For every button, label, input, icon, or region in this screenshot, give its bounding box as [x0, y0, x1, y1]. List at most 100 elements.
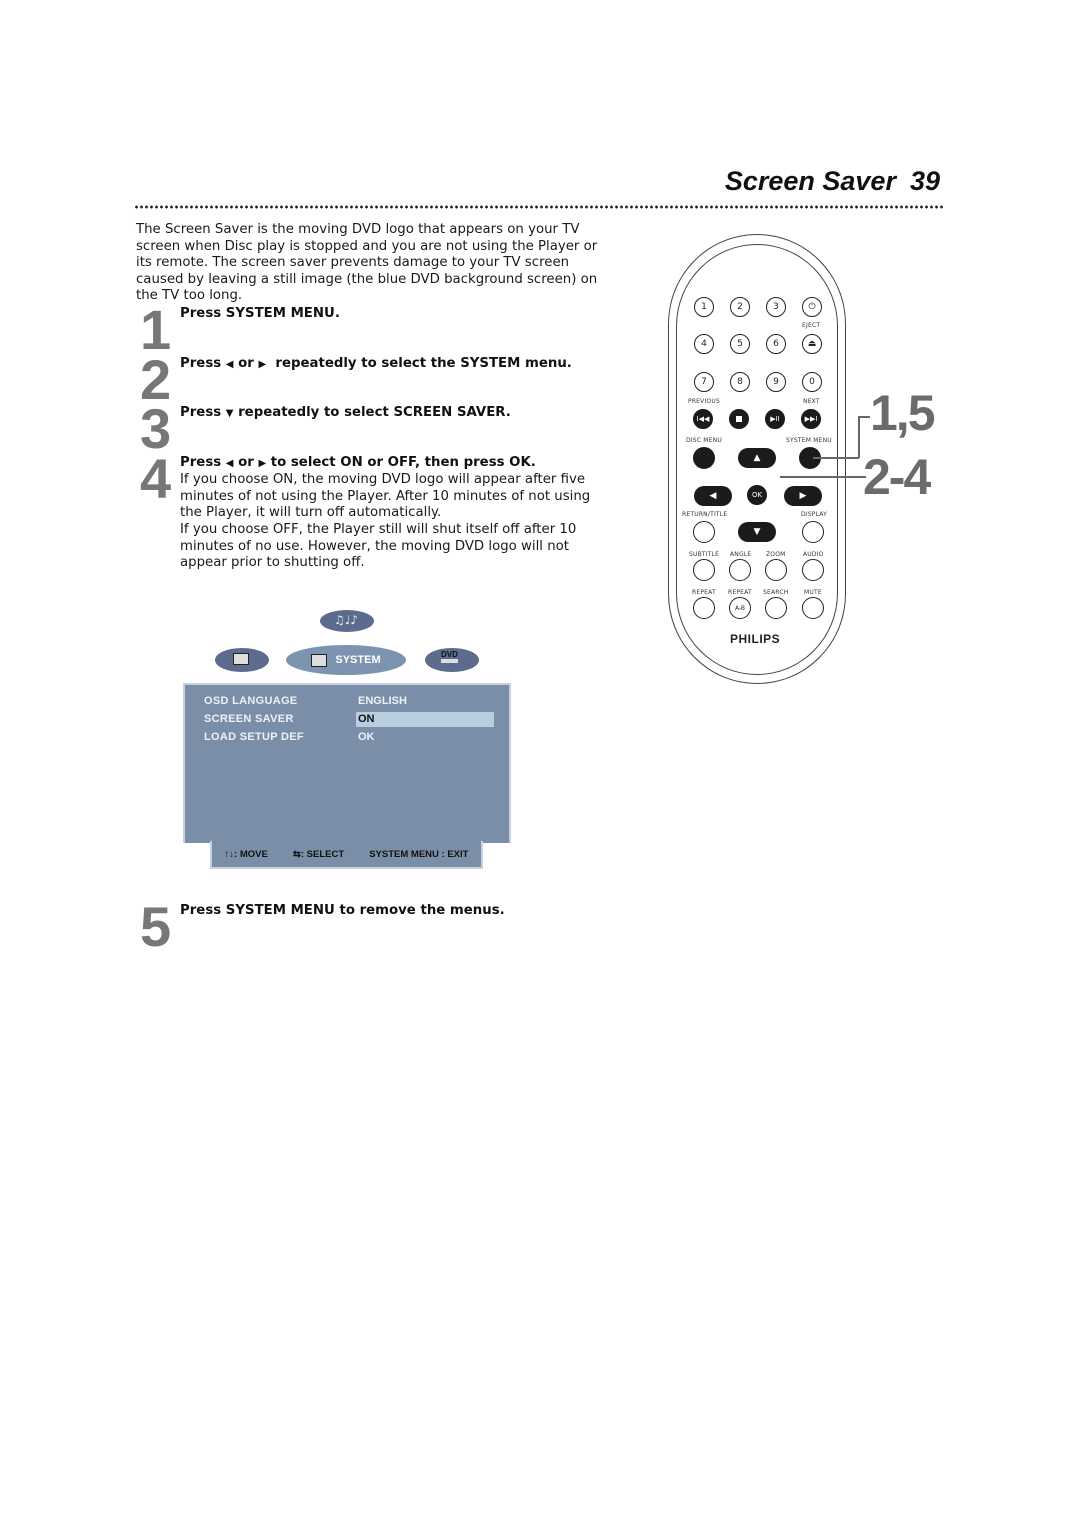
- power-icon: ⏻: [808, 302, 816, 312]
- tv-icon: [233, 653, 249, 665]
- step-1-bold: SYSTEM MENU.: [225, 306, 340, 321]
- step-2-mid: repeatedly to select the: [266, 356, 461, 371]
- osd-row-label: OSD LANGUAGE: [204, 695, 298, 707]
- selection-highlight: [356, 712, 494, 727]
- left-arrow-icon: ◀: [709, 491, 717, 501]
- osd-row-value-selected: ON: [358, 713, 375, 725]
- osd-row-label: LOAD SETUP DEF: [204, 731, 304, 743]
- eject-button: ⏏: [802, 334, 822, 354]
- button-8: 8: [730, 372, 750, 392]
- right-button: ▶: [784, 486, 822, 506]
- zoom-button: [765, 559, 787, 581]
- previous-button: I◀◀: [693, 409, 713, 429]
- button-0: 0: [802, 372, 822, 392]
- angle-button: [729, 559, 751, 581]
- callout-steps-1-5: 1,5: [870, 385, 936, 441]
- display-button: [802, 521, 824, 543]
- play-pause-icon: ▶II: [770, 415, 780, 423]
- subtitle-button: [693, 559, 715, 581]
- play-pause-button: ▶II: [765, 409, 785, 429]
- repeat-label: REPEAT: [692, 589, 716, 596]
- dvd-tab: DVD: [425, 648, 479, 672]
- dvd-player-icon: DVD: [441, 650, 458, 663]
- previous-icon: I◀◀: [696, 415, 710, 423]
- right-arrow-icon: ▶: [258, 458, 267, 469]
- step-5-post: to remove the menus.: [334, 903, 505, 918]
- step-1-text: Press SYSTEM MENU.: [180, 306, 340, 323]
- step-2-bold: SYSTEM: [460, 356, 521, 371]
- next-label: NEXT: [803, 398, 820, 405]
- step-5-text: Press SYSTEM MENU to remove the menus.: [180, 903, 505, 920]
- button-5: 5: [730, 334, 750, 354]
- step-5-bold: SYSTEM MENU: [225, 903, 335, 918]
- step-2-post: menu.: [520, 356, 572, 371]
- angle-label: ANGLE: [730, 551, 752, 558]
- callout-line: [780, 476, 866, 478]
- step-3-text: Press ▼ repeatedly to select SCREEN SAVE…: [180, 405, 511, 423]
- callout-steps-2-4: 2-4: [863, 449, 931, 505]
- step-4-post: to select ON or OFF, then press OK.: [266, 455, 536, 470]
- disc-menu-label: DISC MENU: [686, 437, 722, 444]
- stop-button: [729, 409, 749, 429]
- step-1-pre: Press: [180, 306, 226, 321]
- footer-exit: SYSTEM MENU : EXIT: [369, 848, 469, 860]
- music-notes-icon: ♫♩♪: [334, 613, 359, 627]
- left-button: ◀: [694, 486, 732, 506]
- page-title: Screen Saver 39: [725, 166, 940, 197]
- search-label: SEARCH: [763, 589, 789, 596]
- intro-paragraph: The Screen Saver is the moving DVD logo …: [136, 222, 598, 304]
- up-down-arrows-icon: ↑↓: [224, 848, 235, 860]
- right-arrow-icon: ▶: [258, 359, 267, 370]
- footer-move: ↑↓: MOVE: [225, 849, 268, 860]
- mute-button: [802, 597, 824, 619]
- repeat-ab-button: A-B: [729, 597, 751, 619]
- display-label: DISPLAY: [801, 511, 828, 518]
- button-4: 4: [694, 334, 714, 354]
- zoom-label: ZOOM: [766, 551, 786, 558]
- return-title-label: RETURN/TITLE: [682, 511, 728, 518]
- previous-label: PREVIOUS: [688, 398, 720, 405]
- search-button: [765, 597, 787, 619]
- step-2-pre: Press: [180, 356, 226, 371]
- callout-line: [858, 416, 860, 458]
- step-3-pre: Press: [180, 405, 226, 420]
- stop-icon: [736, 416, 742, 422]
- button-1: 1: [694, 297, 714, 317]
- button-6: 6: [766, 334, 786, 354]
- computer-icon: [311, 653, 328, 667]
- step-2-text: Press ◀ or ▶ repeatedly to select the SY…: [180, 356, 572, 374]
- left-right-arrows-icon: ⇆: [292, 848, 301, 860]
- video-tab: [215, 648, 269, 672]
- up-arrow-icon: ▲: [753, 453, 761, 463]
- callout-line: [858, 416, 870, 418]
- osd-row-value: ENGLISH: [358, 695, 407, 707]
- disc-menu-button: [693, 447, 715, 469]
- step-4-heading: Press ◀ or ▶ to select ON or OFF, then p…: [180, 455, 536, 473]
- button-9: 9: [766, 372, 786, 392]
- step-5-pre: Press: [180, 903, 226, 918]
- osd-row-label: SCREEN SAVER: [204, 713, 294, 725]
- callout-line: [813, 457, 859, 459]
- right-arrow-icon: ▶: [799, 491, 807, 501]
- osd-menu-panel: OSD LANGUAGE ENGLISH SCREEN SAVER ON LOA…: [183, 683, 511, 843]
- philips-logo: PHILIPS: [730, 632, 781, 646]
- subtitle-label: SUBTITLE: [689, 551, 720, 558]
- step-3-post: repeatedly to select SCREEN SAVER.: [233, 405, 511, 420]
- next-icon: ▶▶I: [804, 415, 818, 423]
- repeat-ab-label: REPEAT: [728, 589, 752, 596]
- step-4-body-off: If you choose OFF, the Player still will…: [180, 522, 577, 571]
- page-number: 39: [909, 166, 940, 196]
- footer-select: ⇆: SELECT: [293, 849, 344, 860]
- dotted-divider: [134, 205, 944, 209]
- footer-move-label: : MOVE: [234, 848, 268, 860]
- system-tab: SYSTEM: [286, 645, 406, 675]
- osd-row-value: OK: [358, 731, 375, 743]
- music-tab: ♫♩♪: [320, 610, 374, 632]
- up-button: ▲: [738, 448, 776, 468]
- step-number-5: 5: [140, 895, 171, 958]
- audio-button: [802, 559, 824, 581]
- return-title-button: [693, 521, 715, 543]
- section-title: Screen Saver: [724, 166, 896, 196]
- down-button: ▼: [738, 522, 776, 542]
- button-2: 2: [730, 297, 750, 317]
